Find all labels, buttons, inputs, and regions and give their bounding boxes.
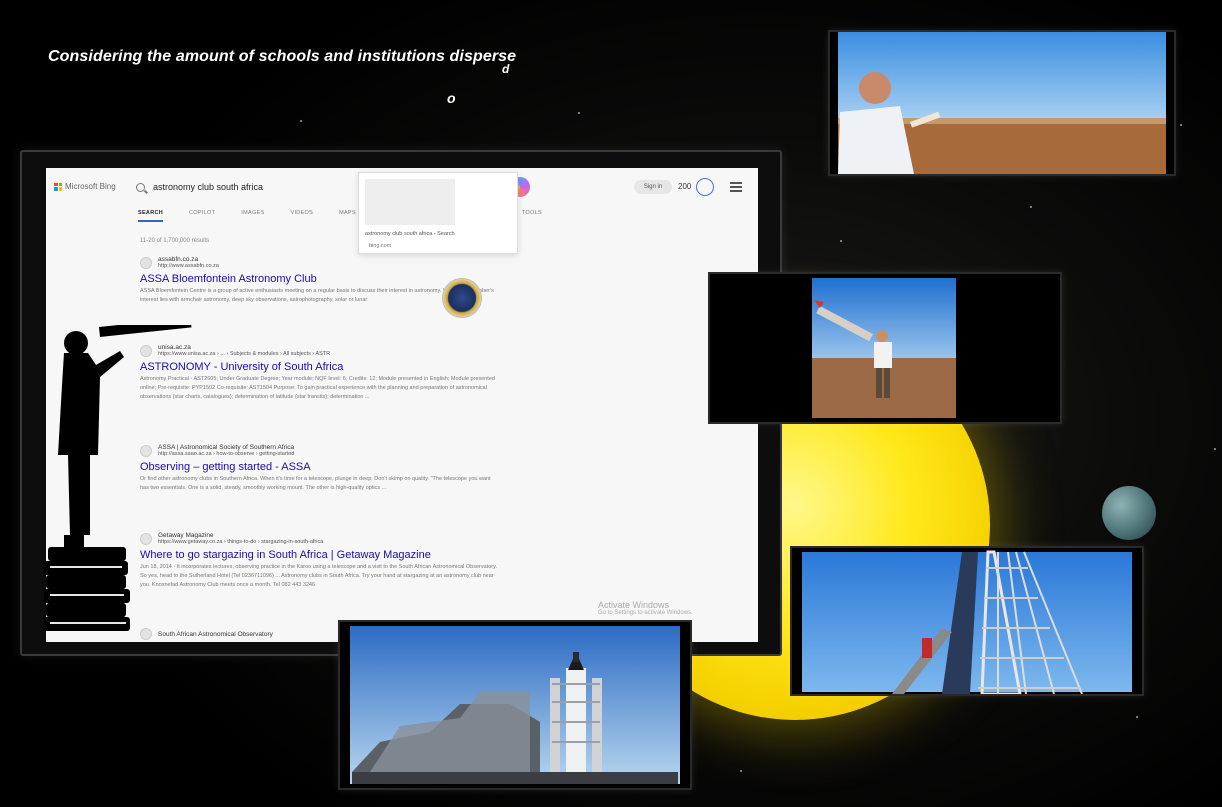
result-title-link[interactable]: ASSA Bloemfontein Astronomy Club <box>140 273 500 285</box>
result-site[interactable]: assabfn.co.za http://www.assabfn.co.za <box>140 256 500 269</box>
bing-brand-label: Microsoft Bing <box>65 182 116 191</box>
tab-maps[interactable]: MAPS <box>339 210 356 222</box>
autocomplete-source: bing.com <box>369 243 392 249</box>
tab-tools[interactable]: TOOLS <box>522 210 542 222</box>
star <box>1214 448 1216 450</box>
tab-search[interactable]: SEARCH <box>138 210 164 222</box>
autocomplete-preview <box>365 179 455 225</box>
man-in-desert-photo <box>828 30 1176 176</box>
star <box>578 112 580 114</box>
man-holding-rocket-photo <box>708 272 1062 424</box>
reward-points[interactable]: 200 <box>678 182 691 191</box>
sign-in-button[interactable]: Sign in <box>634 180 672 194</box>
star <box>300 120 302 122</box>
star <box>740 770 742 772</box>
tab-copilot[interactable]: COPILOT <box>189 210 215 222</box>
hamburger-menu-icon[interactable] <box>730 182 742 194</box>
bing-logo[interactable]: Microsoft Bing <box>54 182 116 191</box>
watermark-title: Activate Windows <box>598 600 670 610</box>
launch-pad-scene <box>350 626 680 784</box>
tab-images[interactable]: IMAGES <box>241 210 264 222</box>
activate-windows-watermark: Activate Windows Go to Settings to activ… <box>598 600 693 616</box>
rocket-launch-pad-photo <box>338 620 692 790</box>
caption-text: Considering the amount of schools and in… <box>48 48 517 65</box>
rocket-launch-tower-photo <box>790 546 1144 696</box>
launch-tower-scene <box>802 550 1132 694</box>
result-url: http://www.assabfn.co.za <box>158 263 219 269</box>
microsoft-logo-icon <box>54 182 62 191</box>
desert-scene <box>838 32 1166 174</box>
star <box>1030 206 1032 208</box>
rocket-holder-scene <box>710 274 1060 422</box>
caption-stray-letter: d <box>502 62 510 76</box>
site-favicon-icon <box>140 256 152 269</box>
planet <box>1102 486 1156 540</box>
autocomplete-suggestion[interactable]: astronomy club south africa - Search <box>365 231 455 237</box>
assa-logo-icon <box>442 278 482 318</box>
star <box>1180 124 1182 126</box>
tab-videos[interactable]: VIDEOS <box>290 210 313 222</box>
search-icon <box>136 182 145 192</box>
star <box>1136 716 1138 718</box>
watermark-subtitle: Go to Settings to activate Windows. <box>598 610 693 616</box>
caption-stray-letter: o <box>447 90 456 106</box>
rewards-icon[interactable] <box>696 178 714 196</box>
result-count: 11-20 of 1,700,000 results <box>140 238 210 244</box>
search-query-text: astronomy club south africa <box>153 182 264 192</box>
star <box>840 240 842 242</box>
result-site-name: assabfn.co.za <box>158 256 199 263</box>
telescope-silhouette <box>44 325 192 631</box>
autocomplete-dropdown[interactable]: astronomy club south africa - Search bin… <box>358 172 518 254</box>
